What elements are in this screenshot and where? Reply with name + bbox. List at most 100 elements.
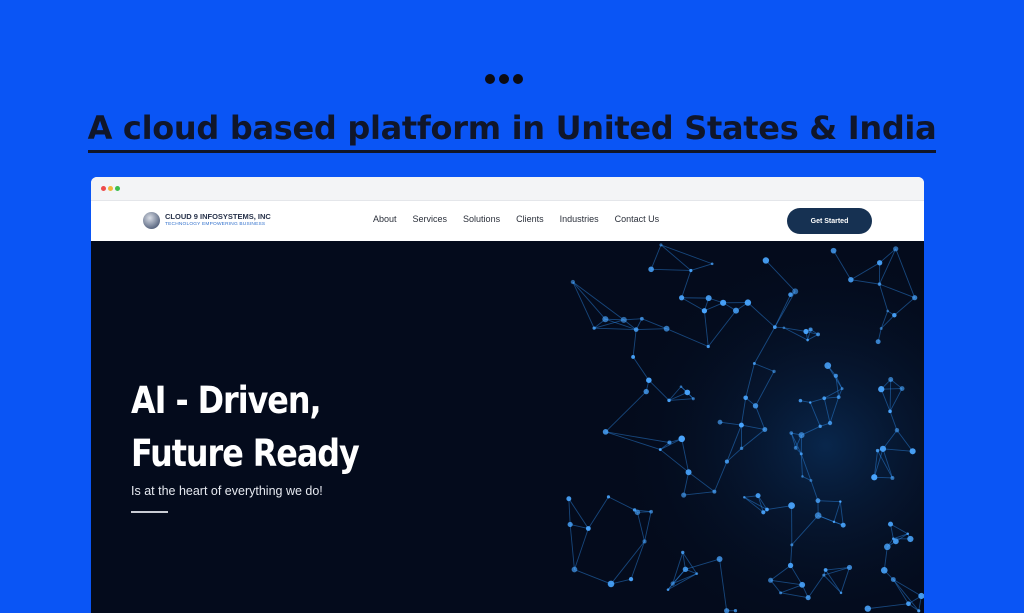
network-node	[679, 385, 683, 388]
network-node	[846, 564, 853, 571]
nav-industries[interactable]: Industries	[560, 214, 599, 224]
network-node	[607, 580, 615, 588]
network-node	[685, 469, 692, 476]
network-node	[632, 508, 637, 512]
browser-chrome	[91, 177, 924, 201]
network-node	[602, 316, 609, 323]
network-node	[890, 475, 895, 480]
network-node	[801, 475, 804, 478]
network-node	[689, 268, 693, 273]
network-node	[818, 424, 822, 428]
network-node	[840, 387, 844, 391]
network-node	[822, 396, 827, 401]
hero-subtitle: Is at the heart of everything we do!	[131, 484, 323, 498]
network-node	[739, 446, 744, 451]
network-node	[663, 325, 670, 332]
network-node	[798, 432, 805, 439]
site-logo[interactable]: CLOUD 9 INFOSYSTEMS, INC TECHNOLOGY EMPO…	[143, 211, 283, 231]
network-node	[871, 474, 878, 481]
network-node	[806, 338, 809, 342]
network-node	[733, 609, 738, 613]
network-node	[643, 388, 649, 395]
network-node	[571, 566, 578, 573]
maximize-window-dot[interactable]	[115, 186, 120, 191]
network-node	[839, 500, 842, 503]
network-node	[880, 566, 888, 574]
network-node	[890, 577, 896, 582]
network-node	[790, 543, 794, 547]
network-node	[765, 507, 769, 512]
main-menu: About Services Solutions Clients Industr…	[373, 214, 659, 224]
network-node	[823, 568, 828, 572]
hero-title-line2: Future Ready	[131, 432, 360, 475]
logo-tagline: TECHNOLOGY EMPOWERING BUSINESS	[165, 222, 266, 227]
network-node	[592, 326, 596, 330]
network-node	[567, 521, 573, 528]
network-node	[899, 386, 905, 392]
network-node	[710, 262, 714, 266]
nav-solutions[interactable]: Solutions	[463, 214, 500, 224]
network-node	[606, 495, 611, 499]
network-node	[830, 247, 837, 254]
network-node	[768, 577, 774, 583]
network-node	[762, 427, 768, 432]
network-node	[884, 543, 891, 551]
network-node	[832, 520, 836, 524]
network-node	[879, 445, 887, 452]
network-node	[803, 328, 809, 335]
network-node	[788, 502, 795, 510]
network-node	[833, 373, 838, 378]
network-node	[631, 355, 636, 359]
network-node	[878, 386, 885, 393]
network-node	[667, 440, 672, 445]
network-node	[752, 362, 756, 365]
network-node	[639, 316, 644, 321]
network-node	[906, 532, 909, 536]
network-node	[836, 395, 841, 399]
network-node	[642, 539, 647, 544]
network-node	[585, 526, 591, 531]
network-node	[912, 295, 918, 301]
network-node	[752, 403, 759, 409]
network-node	[906, 601, 911, 607]
logo-name: CLOUD 9 INFOSYSTEMS, INC	[165, 212, 271, 221]
network-node	[805, 595, 811, 601]
network-node	[782, 326, 786, 330]
network-node	[809, 479, 813, 482]
network-node	[659, 243, 663, 247]
network-node	[602, 429, 609, 435]
browser-window: CLOUD 9 INFOSYSTEMS, INC TECHNOLOGY EMPO…	[91, 177, 924, 613]
network-node	[808, 327, 813, 332]
network-node	[712, 489, 717, 494]
network-node	[649, 509, 653, 514]
network-node	[681, 492, 687, 498]
hero-title: AI - Driven, Future Ready	[131, 374, 360, 480]
network-node	[840, 522, 846, 528]
network-node	[646, 377, 652, 383]
network-node	[772, 325, 777, 329]
network-node	[887, 521, 894, 527]
network-node	[888, 409, 892, 414]
network-node	[701, 308, 708, 314]
network-node	[907, 535, 914, 543]
network-node	[788, 292, 793, 297]
nav-about[interactable]: About	[373, 214, 397, 224]
minimize-window-dot[interactable]	[108, 186, 113, 191]
close-window-dot[interactable]	[101, 186, 106, 191]
network-node	[684, 389, 691, 396]
nav-services[interactable]: Services	[413, 214, 448, 224]
nav-contact-us[interactable]: Contact Us	[615, 214, 660, 224]
network-node	[789, 431, 794, 435]
hero-divider	[131, 511, 168, 513]
network-node	[787, 562, 794, 569]
get-started-button[interactable]: Get Started	[787, 208, 872, 234]
network-node	[815, 498, 821, 504]
nav-clients[interactable]: Clients	[516, 214, 544, 224]
network-node	[793, 446, 798, 450]
network-node	[628, 577, 634, 582]
hero-section: AI - Driven, Future Ready Is at the hear…	[91, 241, 924, 613]
network-node	[827, 420, 833, 426]
page-headline: A cloud based platform in United States …	[0, 106, 1024, 153]
network-node	[892, 537, 895, 540]
network-node	[744, 299, 752, 306]
